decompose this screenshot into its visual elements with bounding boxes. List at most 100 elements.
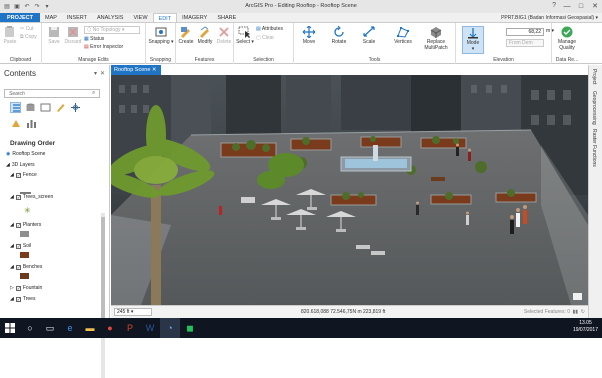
minimize-button[interactable]: — <box>560 0 574 13</box>
copy-button[interactable]: ⧉ Copy <box>20 34 37 40</box>
mode-icon <box>468 28 478 39</box>
create-button[interactable]: Create <box>178 26 194 45</box>
tab-project[interactable]: PROJECT <box>0 13 40 22</box>
word-icon[interactable]: W <box>140 318 160 338</box>
scale-input[interactable]: 245 ft ▾ <box>114 308 152 316</box>
status-button[interactable]: ▦ Status <box>84 36 104 42</box>
select-button[interactable]: Select ▾ <box>236 26 254 45</box>
tree-row-trees-screen[interactable]: ◢ ✓ Trees_screen <box>10 194 53 200</box>
edge-icon[interactable]: e <box>60 318 80 338</box>
list-by-selection-icon[interactable] <box>40 102 51 113</box>
error-inspector-icon: ▤ <box>84 44 89 50</box>
attributes-button[interactable]: ▤ Attributes <box>256 26 283 32</box>
windows-taskbar: ○ ▭ e ▬ ● P W ◔ ◼ 13.05 19/07/2017 <box>0 318 602 338</box>
save-button[interactable]: Save <box>46 26 62 45</box>
list-by-editing-icon[interactable] <box>55 102 66 113</box>
snapping-label: Snapping <box>149 57 172 63</box>
user-account[interactable]: PPRT.BIG1 (Badan Informasi Geospasial) ▾ <box>501 13 598 23</box>
tree-row-fence[interactable]: ◢ ✓ Fence <box>10 172 37 178</box>
tree-row-scene[interactable]: ◉ Rooftop Scene <box>6 151 45 157</box>
layer-checkbox[interactable]: ✓ <box>15 222 21 228</box>
arcgis-pro-icon[interactable]: ◔ <box>160 318 180 338</box>
contents-scroll-thumb[interactable] <box>101 217 105 322</box>
tab-view[interactable]: VIEW <box>128 13 152 22</box>
tab-imagery[interactable]: IMAGERY <box>177 13 212 22</box>
refresh-icon[interactable]: ↻ <box>581 309 585 315</box>
layer-checkbox[interactable]: ✓ <box>15 172 21 178</box>
list-by-snapping-icon[interactable] <box>70 102 81 113</box>
tree-row-benches[interactable]: ◢ ✓ Benches <box>10 264 42 270</box>
snapping-button[interactable]: Snapping ▾ <box>148 26 174 45</box>
tab-insert[interactable]: INSERT <box>62 13 92 22</box>
topology-select[interactable]: ⬡ No Topology ▾ <box>84 26 140 34</box>
layer-checkbox[interactable]: ✓ <box>15 194 21 200</box>
move-button[interactable]: Move <box>298 26 320 45</box>
error-inspector-button[interactable]: ▤ Error Inspector <box>84 44 123 50</box>
vertices-button[interactable]: Vertices <box>390 26 416 45</box>
bench-symbol <box>20 273 29 279</box>
mode-button[interactable]: Mode ▾ <box>462 26 484 54</box>
layer-checkbox[interactable]: ✓ <box>15 243 21 249</box>
delete-button[interactable]: Delete <box>216 26 232 45</box>
discard-button[interactable]: Discard <box>64 26 82 45</box>
system-clock[interactable]: 13.05 19/07/2017 <box>573 320 598 334</box>
scene-view[interactable] <box>111 75 588 305</box>
layer-checkbox[interactable]: ✓ <box>15 264 21 270</box>
chrome-icon[interactable]: ● <box>100 318 120 338</box>
rotate-button[interactable]: Rotate <box>328 26 350 45</box>
list-by-labeling-icon[interactable] <box>10 118 21 131</box>
create-icon <box>181 27 190 38</box>
right-dock: Project Geoprocessing Raster Functions <box>588 65 602 318</box>
tab-project-pane[interactable]: Project <box>591 69 597 85</box>
tab-raster-functions[interactable]: Raster Functions <box>591 129 597 167</box>
tree-row-trees[interactable]: ◢ ✓ Trees <box>10 296 35 302</box>
tab-geoprocessing[interactable]: Geoprocessing <box>591 91 597 125</box>
pause-icon[interactable]: ▮▮ <box>572 309 578 315</box>
search-icon[interactable]: ⌕ <box>92 90 95 97</box>
elevation-source-input[interactable]: From Dem <box>506 39 544 47</box>
maximize-button[interactable]: □ <box>574 0 588 13</box>
list-by-drawing-order-icon[interactable] <box>10 102 21 113</box>
close-button[interactable]: ✕ <box>588 0 602 13</box>
expand-icon: ◢ <box>10 194 14 200</box>
list-by-source-icon[interactable] <box>25 102 36 113</box>
tree-row-3d-layers[interactable]: ◢ 3D Layers <box>6 162 35 168</box>
pane-close-icon[interactable]: ✕ <box>100 70 105 77</box>
manage-quality-button[interactable]: Manage Quality <box>553 26 581 51</box>
task-view-icon[interactable]: ▭ <box>40 318 60 338</box>
layer-checkbox[interactable]: ✓ <box>15 285 21 291</box>
clear-button[interactable]: ▢ Clear <box>256 35 274 41</box>
start-button[interactable] <box>0 318 20 338</box>
scale-button[interactable]: Scale <box>358 26 380 45</box>
tab-map[interactable]: MAP <box>40 13 62 22</box>
tools-label: Tools <box>368 57 381 63</box>
selection-group: Select ▾ ▤ Attributes ▢ Clear Selection <box>234 23 294 64</box>
rooftop-scene-image <box>111 75 588 305</box>
file-explorer-icon[interactable]: ▬ <box>80 318 100 338</box>
expand-icon: ◢ <box>10 222 14 228</box>
data-review-label: Data Re... <box>555 57 579 63</box>
cut-button[interactable]: ✂ Cut <box>20 26 33 32</box>
layer-checkbox[interactable]: ✓ <box>15 296 21 302</box>
pane-options-icon[interactable]: ▾ <box>94 70 97 77</box>
view-tab-rooftop-scene[interactable]: Rooftop Scene ✕ <box>111 65 161 75</box>
tab-analysis[interactable]: ANALYSIS <box>92 13 129 22</box>
powerpoint-icon[interactable]: P <box>120 318 140 338</box>
replace-multipatch-button[interactable]: Replace MultiPatch <box>420 26 452 51</box>
ribbon: Paste ✂ Cut ⧉ Copy Clipboard Save Discar… <box>0 23 602 64</box>
fence-symbol <box>20 192 31 194</box>
elevation-label: Elevation <box>493 57 514 63</box>
tree-row-planters[interactable]: ◢ ✓ Planters <box>10 222 41 228</box>
elevation-input[interactable]: 68,22 <box>506 28 544 36</box>
tab-share[interactable]: SHARE <box>212 13 241 22</box>
search-taskbar-icon[interactable]: ○ <box>20 318 40 338</box>
line-app-icon[interactable]: ◼ <box>180 318 200 338</box>
help-icon[interactable]: ? <box>552 2 556 9</box>
search-input[interactable]: Search <box>4 89 100 98</box>
tree-row-fountain[interactable]: ▷ ✓ Fountain <box>10 285 42 291</box>
list-by-charts-icon[interactable] <box>26 118 37 131</box>
modify-button[interactable]: Modify <box>196 26 214 45</box>
tab-edit[interactable]: EDIT <box>152 13 178 22</box>
paste-button[interactable]: Paste <box>2 26 18 45</box>
tree-row-soil[interactable]: ◢ ✓ Soil <box>10 243 31 249</box>
